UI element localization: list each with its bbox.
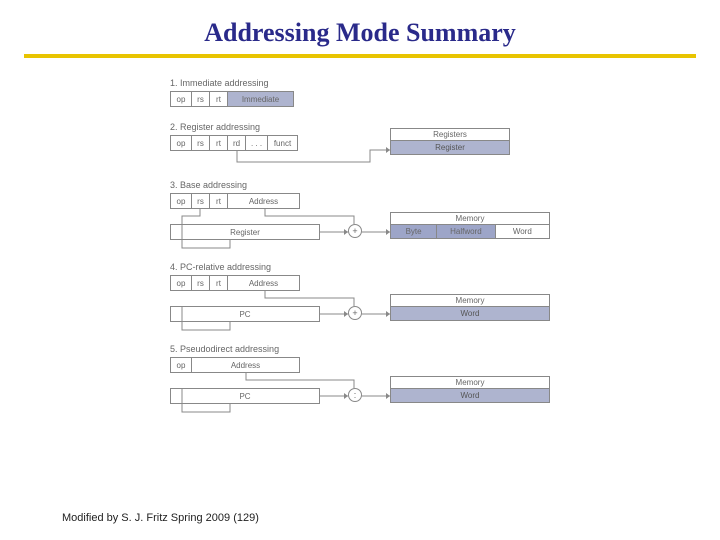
field-dots: . . . xyxy=(246,135,268,151)
page-title: Addressing Mode Summary xyxy=(0,0,720,54)
field-rt: rt xyxy=(210,275,228,291)
mode-immediate: 1. Immediate addressing op rs rt Immedia… xyxy=(170,78,600,112)
pc-box: PC xyxy=(170,306,320,322)
field-rs: rs xyxy=(192,135,210,151)
memory-body: Word xyxy=(391,388,549,402)
mode-pseudodirect: 5. Pseudodirect addressing op Address PC… xyxy=(170,344,600,416)
adder-icon: + xyxy=(348,306,362,320)
field-funct: funct xyxy=(268,135,298,151)
instruction-fields: op rs rt Immediate xyxy=(170,91,600,107)
field-op: op xyxy=(170,135,192,151)
instruction-fields: op rs rt Address xyxy=(170,275,600,291)
field-address: Address xyxy=(228,193,300,209)
field-rd: rd xyxy=(228,135,246,151)
field-rt: rt xyxy=(210,91,228,107)
field-op: op xyxy=(170,91,192,107)
mode-pc-relative: 4. PC-relative addressing op rs rt Addre… xyxy=(170,262,600,334)
field-op: op xyxy=(170,193,192,209)
mode-base: 3. Base addressing op rs rt Address Regi… xyxy=(170,180,600,252)
mode-label: 3. Base addressing xyxy=(170,180,600,190)
memory-header: Memory xyxy=(391,213,549,224)
field-immediate: Immediate xyxy=(228,91,294,107)
diagram-area: 1. Immediate addressing op rs rt Immedia… xyxy=(170,78,600,426)
memory-box: Memory Word xyxy=(390,376,550,403)
field-op: op xyxy=(170,275,192,291)
footer-text: Modified by S. J. Fritz Spring 2009 (129… xyxy=(62,512,259,524)
memory-halfword: Halfword xyxy=(437,225,495,238)
title-underline xyxy=(24,54,696,58)
adder-icon: + xyxy=(348,224,362,238)
instruction-fields: op rs rt Address xyxy=(170,193,600,209)
memory-body: Word xyxy=(391,306,549,320)
field-rs: rs xyxy=(192,91,210,107)
field-rs: rs xyxy=(192,275,210,291)
registers-header: Registers xyxy=(391,129,509,140)
registers-box: Registers Register xyxy=(390,128,510,155)
instruction-fields: op rs rt rd . . . funct xyxy=(170,135,600,151)
field-rs: rs xyxy=(192,193,210,209)
memory-header: Memory xyxy=(391,377,549,388)
pc-box: PC xyxy=(170,388,320,404)
field-op: op xyxy=(170,357,192,373)
register-box: Register xyxy=(170,224,320,240)
field-rt: rt xyxy=(210,193,228,209)
mode-label: 1. Immediate addressing xyxy=(170,78,600,88)
mode-register: 2. Register addressing op rs rt rd . . .… xyxy=(170,122,600,170)
concat-icon: : xyxy=(348,388,362,402)
mode-label: 5. Pseudodirect addressing xyxy=(170,344,600,354)
memory-word: Word xyxy=(496,225,549,238)
field-rt: rt xyxy=(210,135,228,151)
memory-byte: Byte xyxy=(391,225,437,238)
field-address: Address xyxy=(192,357,300,373)
field-address: Address xyxy=(228,275,300,291)
registers-body: Register xyxy=(391,140,509,154)
memory-header: Memory xyxy=(391,295,549,306)
mode-label: 2. Register addressing xyxy=(170,122,600,132)
memory-box: Memory Byte Halfword Word xyxy=(390,212,550,239)
mode-label: 4. PC-relative addressing xyxy=(170,262,600,272)
instruction-fields: op Address xyxy=(170,357,600,373)
memory-box: Memory Word xyxy=(390,294,550,321)
